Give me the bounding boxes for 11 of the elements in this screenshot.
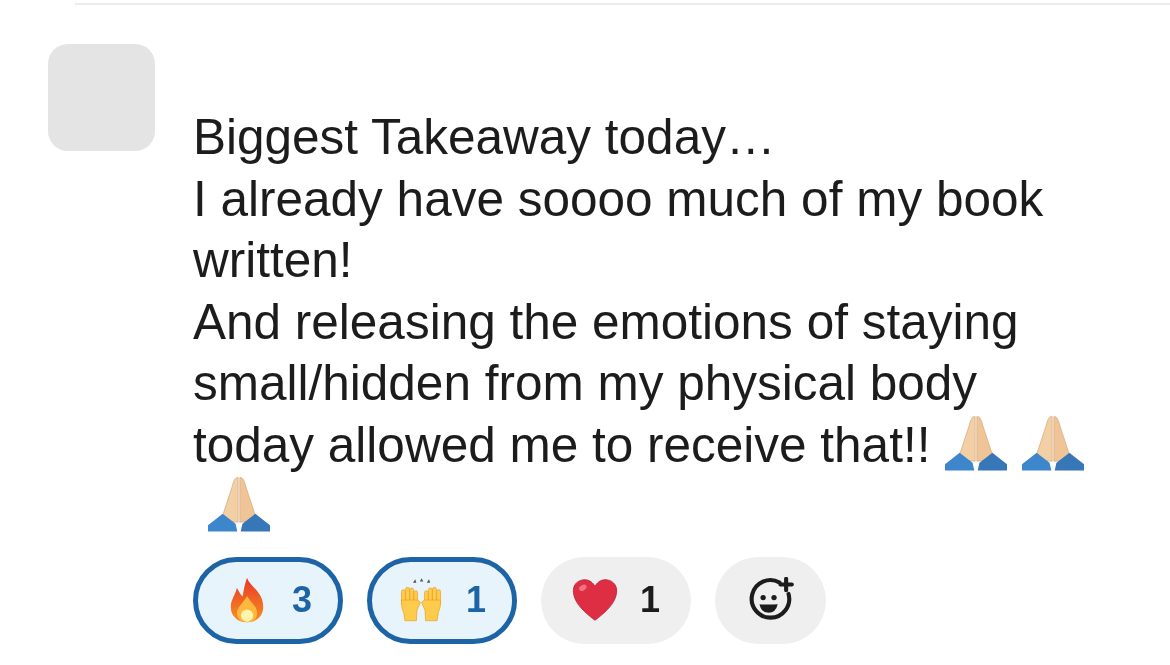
- reaction-button[interactable]: 3: [193, 556, 344, 644]
- message-text: And releasing the emotions of staying small/hidden from my physical body today allowed me to receive that!!: [193, 293, 1085, 533]
- reaction-button[interactable]: 1: [367, 556, 518, 644]
- heart-icon: [572, 577, 619, 623]
- praying-hands-icon: [945, 414, 1008, 472]
- add-reaction-icon: [747, 577, 794, 623]
- reaction-button[interactable]: 1: [541, 556, 692, 644]
- praying-hands-icon: [208, 476, 270, 533]
- praying-hands-icon: [1022, 414, 1085, 472]
- message-text: Biggest Takeaway today…: [193, 109, 776, 164]
- message-text: I already have soooo much of my book written!: [193, 170, 1044, 287]
